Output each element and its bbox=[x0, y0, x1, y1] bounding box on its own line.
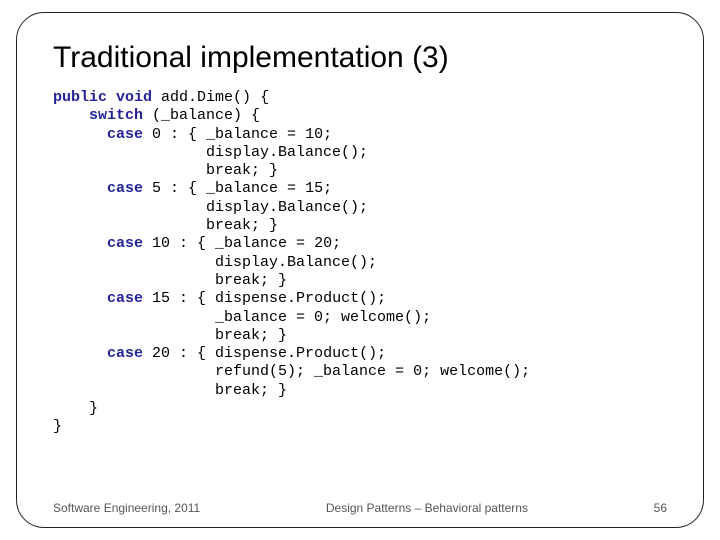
case10-l3: break; } bbox=[215, 272, 287, 289]
case15-l2: _balance = 0; welcome(); bbox=[215, 309, 431, 326]
case20-l1: dispense.Product(); bbox=[215, 345, 386, 362]
case0-l1: _balance = 10; bbox=[206, 126, 332, 143]
case5-l3: break; } bbox=[206, 217, 278, 234]
case10-l1: _balance = 20; bbox=[215, 235, 341, 252]
footer-page-number: 56 bbox=[654, 501, 667, 515]
slide: Traditional implementation (3) public vo… bbox=[0, 0, 720, 540]
case15-label: 15 : { bbox=[143, 290, 215, 307]
switch-expr: (_balance) { bbox=[143, 107, 260, 124]
kw-case: case bbox=[107, 235, 143, 252]
kw-void: void bbox=[116, 89, 152, 106]
close-brace-1: } bbox=[53, 400, 98, 417]
kw-case: case bbox=[107, 180, 143, 197]
case15-l3: break; } bbox=[215, 327, 287, 344]
kw-case: case bbox=[107, 126, 143, 143]
case20-label: 20 : { bbox=[143, 345, 215, 362]
kw-public: public bbox=[53, 89, 107, 106]
case5-label: 5 : { bbox=[143, 180, 206, 197]
case5-l1: _balance = 15; bbox=[206, 180, 332, 197]
fn-name: add.Dime() { bbox=[152, 89, 269, 106]
case5-l2: display.Balance(); bbox=[206, 199, 368, 216]
kw-case: case bbox=[107, 290, 143, 307]
footer: Software Engineering, 2011 Design Patter… bbox=[53, 501, 667, 515]
slide-title: Traditional implementation (3) bbox=[53, 41, 667, 75]
case20-l3: break; } bbox=[215, 382, 287, 399]
code-block: public void add.Dime() { switch (_balanc… bbox=[53, 89, 667, 437]
case15-l1: dispense.Product(); bbox=[215, 290, 386, 307]
slide-frame: Traditional implementation (3) public vo… bbox=[16, 12, 704, 528]
case20-l2: refund(5); _balance = 0; welcome(); bbox=[215, 363, 530, 380]
footer-center: Design Patterns – Behavioral patterns bbox=[200, 501, 653, 515]
case10-label: 10 : { bbox=[143, 235, 215, 252]
close-brace-2: } bbox=[53, 418, 62, 435]
case0-label: 0 : { bbox=[143, 126, 206, 143]
case0-l3: break; } bbox=[206, 162, 278, 179]
case10-l2: display.Balance(); bbox=[215, 254, 377, 271]
case0-l2: display.Balance(); bbox=[206, 144, 368, 161]
kw-switch: switch bbox=[89, 107, 143, 124]
footer-left: Software Engineering, 2011 bbox=[53, 501, 200, 515]
kw-case: case bbox=[107, 345, 143, 362]
